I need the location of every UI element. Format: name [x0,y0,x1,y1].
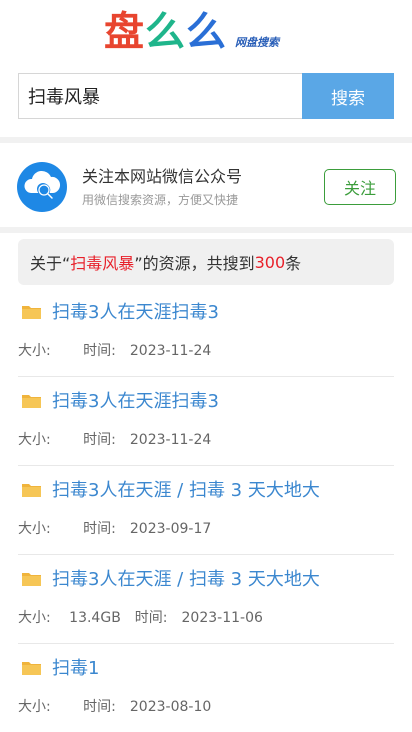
size-label: 大小: [18,343,69,359]
summary-suffix: 条 [285,254,302,273]
result-title-link[interactable]: 扫毒1 [52,654,99,680]
size-label: 大小: [18,699,69,715]
summary-count: 300 [254,252,286,272]
logo-char-3: 么 [186,9,227,55]
result-meta: 大小: 时间: 2023-11-24 [18,429,211,449]
header: 盘么么 网盘搜索 [0,0,412,64]
result-meta: 大小: 时间: 2023-11-24 [18,340,211,360]
time-value: 2023-11-24 [129,432,212,448]
result-meta: 大小: 时间: 2023-09-17 [18,518,211,538]
size-label-text: 大小: [18,521,51,537]
size-label-text: 大小: [18,699,51,715]
logo-char-1: 盘 [104,9,145,55]
time-label-text: 时间: [83,699,116,715]
time-value: 2023-11-24 [129,343,212,359]
logo-text: 盘么么 [104,8,227,56]
folder-icon [22,662,41,675]
folder-icon [22,573,41,586]
time-label: 时间: 2023-11-24 [83,343,211,359]
size-label-text: 大小: [18,610,51,626]
list-item: 扫毒3人在天涯 / 扫毒 3 天大地大 大小: 13.4GB 时间: 2023-11… [18,555,394,644]
folder-icon [22,484,41,497]
result-summary: 关于“ 扫毒风暴 ”的资源，共搜到 300 条 [18,239,394,285]
site-logo[interactable]: 盘么么 网盘搜索 [104,8,279,56]
list-item: 扫毒3人在天涯扫毒3 大小: 时间: 2023-11-24 [18,377,394,466]
search-input[interactable] [18,73,302,119]
time-label-text: 时间: [134,610,168,626]
time-label: 时间: 2023-09-17 [83,521,211,537]
time-label: 时间: 2023-08-10 [83,699,211,715]
list-item: 扫毒3人在天涯扫毒3 大小: 时间: 2023-11-24 [18,288,394,377]
folder-icon [22,395,41,408]
size-label: 大小: [18,521,69,537]
time-value: 2023-11-06 [181,610,263,626]
divider [0,227,412,233]
time-label-text: 时间: [83,432,116,448]
search-bar: 搜索 [18,73,394,119]
result-meta: 大小: 时间: 2023-08-10 [18,696,211,716]
logo-subtitle: 网盘搜索 [235,36,279,49]
result-title-link[interactable]: 扫毒3人在天涯扫毒3 [52,298,219,324]
follow-button[interactable]: 关注 [324,169,396,205]
time-label-text: 时间: [83,521,116,537]
folder-icon [22,306,41,319]
result-list: 扫毒3人在天涯扫毒3 大小: 时间: 2023-11-24 扫毒3人在天涯扫毒3 … [18,288,394,732]
list-item: 扫毒1 大小: 时间: 2023-08-10 [18,644,394,732]
result-meta: 大小: 13.4GB 时间: 2023-11-06 [18,607,263,627]
wechat-title: 关注本网站微信公众号 [82,167,243,186]
time-label-text: 时间: [83,343,116,359]
time-label: 时间: 2023-11-24 [83,432,211,448]
size-label-text: 大小: [18,343,51,359]
result-title-link[interactable]: 扫毒3人在天涯 / 扫毒 3 天大地大 [52,565,320,591]
size-label: 大小: 13.4GB [18,610,121,626]
time-label: 时间: 2023-11-06 [135,610,263,626]
summary-keyword: 扫毒风暴 [70,254,135,273]
list-item: 扫毒3人在天涯 / 扫毒 3 天大地大 大小: 时间: 2023-09-17 [18,466,394,555]
time-value: 2023-09-17 [129,521,212,537]
size-value: 13.4GB [69,610,121,626]
result-title-link[interactable]: 扫毒3人在天涯 / 扫毒 3 天大地大 [52,476,320,502]
summary-middle: ”的资源，共搜到 [134,254,255,273]
cloud-search-icon [17,162,67,212]
wechat-follow-banner: 关注本网站微信公众号 用微信搜索资源，方便又快捷 关注 [0,143,412,227]
search-button[interactable]: 搜索 [302,73,394,119]
logo-char-2: 么 [145,9,186,55]
size-label-text: 大小: [18,432,51,448]
time-value: 2023-08-10 [129,699,212,715]
wechat-subtitle: 用微信搜索资源，方便又快捷 [82,193,239,207]
summary-prefix: 关于“ [30,254,71,273]
size-label: 大小: [18,432,69,448]
result-title-link[interactable]: 扫毒3人在天涯扫毒3 [52,387,219,413]
